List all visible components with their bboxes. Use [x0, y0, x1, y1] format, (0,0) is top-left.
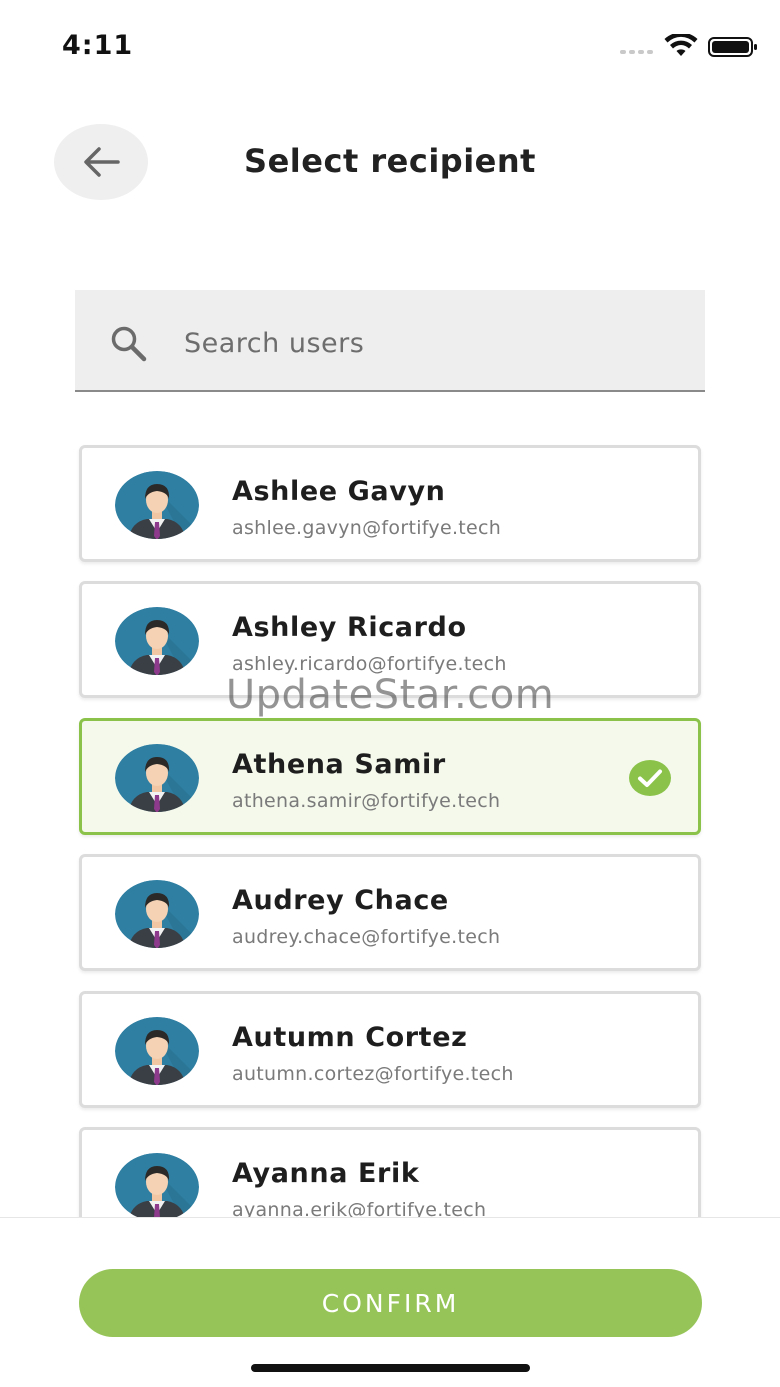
avatar: [114, 606, 200, 676]
avatar: [114, 470, 200, 540]
user-card[interactable]: Ashlee Gavyn ashlee.gavyn@fortifye.tech: [79, 445, 701, 562]
user-name: Audrey Chace: [232, 885, 449, 916]
confirm-button[interactable]: CONFIRM: [79, 1269, 702, 1337]
status-bar: 4:11: [0, 0, 780, 90]
user-card[interactable]: Autumn Cortez autumn.cortez@fortifye.tec…: [79, 991, 701, 1108]
user-email: athena.samir@fortifye.tech: [232, 790, 501, 812]
user-email: autumn.cortez@fortifye.tech: [232, 1063, 514, 1085]
search-icon: [111, 326, 147, 362]
user-email: ayanna.erik@fortifye.tech: [232, 1199, 487, 1217]
check-icon: [629, 760, 671, 796]
wifi-icon: [664, 34, 698, 56]
user-card[interactable]: Ayanna Erik ayanna.erik@fortifye.tech: [79, 1127, 701, 1217]
user-email: ashlee.gavyn@fortifye.tech: [232, 517, 502, 539]
home-indicator: [251, 1364, 530, 1372]
user-name: Ashley Ricardo: [232, 612, 467, 643]
user-name: Autumn Cortez: [232, 1022, 468, 1053]
user-name: Ayanna Erik: [232, 1158, 420, 1189]
avatar: [114, 743, 200, 813]
user-name: Ashlee Gavyn: [232, 476, 446, 507]
user-card-selected[interactable]: Athena Samir athena.samir@fortifye.tech: [79, 718, 701, 835]
user-card[interactable]: Ashley Ricardo ashley.ricardo@fortifye.t…: [79, 581, 701, 698]
page-title: Select recipient: [244, 142, 536, 180]
search-input[interactable]: [184, 316, 684, 370]
user-email: audrey.chace@fortifye.tech: [232, 926, 501, 948]
avatar: [114, 1152, 200, 1217]
avatar: [114, 879, 200, 949]
status-time: 4:11: [62, 30, 134, 61]
user-list[interactable]: Ashlee Gavyn ashlee.gavyn@fortifye.tech …: [0, 420, 780, 1217]
signal-icon: [620, 50, 653, 54]
user-card[interactable]: Audrey Chace audrey.chace@fortifye.tech: [79, 854, 701, 971]
avatar: [114, 1016, 200, 1086]
user-email: ashley.ricardo@fortifye.tech: [232, 653, 507, 675]
battery-icon: [708, 37, 757, 57]
user-name: Athena Samir: [232, 749, 446, 780]
